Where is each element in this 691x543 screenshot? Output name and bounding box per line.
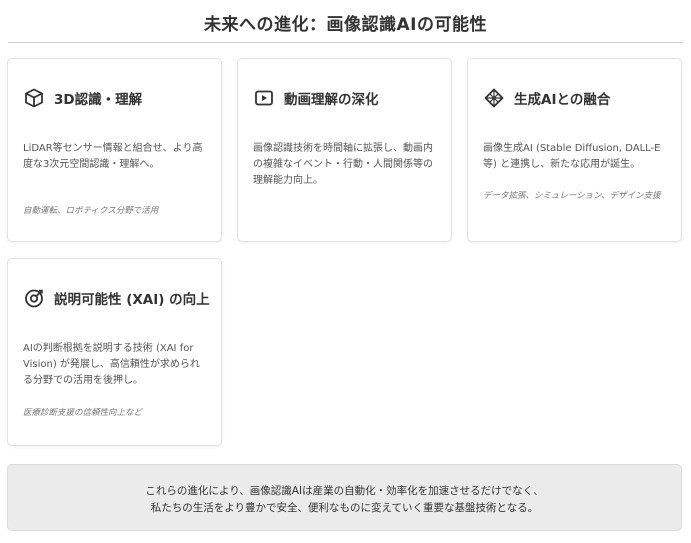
card-generative-ai: 生成AIとの融合 画像生成AI (Stable Diffusion, DALL-… [467,58,682,242]
summary-line-2: 私たちの生活をより豊かで安全、便利なものに変えていく重要な基盤技術となる。 [150,502,539,514]
target-icon [23,287,45,309]
title-divider [8,42,683,43]
card-3d-recognition: 3D認識・理解 LiDAR等センサー情報と組合せ、より高度な3次元空間認識・理解… [7,58,222,242]
cube-icon [23,87,45,109]
card-description: LiDAR等センサー情報と組合せ、より高度な3次元空間認識・理解へ。 [23,143,203,170]
card-title: 生成AIとの融合 [514,92,611,108]
summary-line-1: これらの進化により、画像認識AIは産業の自動化・効率化を加速させるだけでなく、 [145,485,544,497]
card-description: AIの判断根拠を説明する技術 (XAI for Vision) が発展し、高信頼… [23,343,200,386]
card-header: 3D認識・理解 [23,87,142,109]
card-title: 説明可能性 (XAI) の向上 [54,292,210,308]
card-header: 説明可能性 (XAI) の向上 [23,287,210,309]
card-video-understanding: 動画理解の深化 画像認識技術を時間軸に拡張し、動画内の複雑なイベント・行動・人間… [237,58,452,242]
card-note: 自動運転、ロボティクス分野で活用 [23,206,159,216]
page-title: 未来への進化：画像認識AIの可能性 [204,15,487,35]
summary-box: これらの進化により、画像認識AIは産業の自動化・効率化を加速させるだけでなく、 … [7,464,682,531]
video-play-icon [253,87,275,109]
summary-text: これらの進化により、画像認識AIは産業の自動化・効率化を加速させるだけでなく、 … [8,483,681,517]
card-xai: 説明可能性 (XAI) の向上 AIの判断根拠を説明する技術 (XAI for … [7,258,222,446]
card-header: 生成AIとの融合 [483,87,610,109]
card-title: 3D認識・理解 [54,92,143,108]
card-note: データ拡張、シミュレーション、デザイン支援 [483,191,661,201]
card-description: 画像認識技術を時間軸に拡張し、動画内の複雑なイベント・行動・人間関係等の理解能力… [253,143,433,186]
card-note: 医療診断支援の信頼性向上など [23,408,143,418]
diamond-icon [483,87,505,109]
card-description: 画像生成AI (Stable Diffusion, DALL-E等) と連携し、… [483,143,661,170]
card-header: 動画理解の深化 [253,87,379,109]
card-title: 動画理解の深化 [284,92,379,108]
